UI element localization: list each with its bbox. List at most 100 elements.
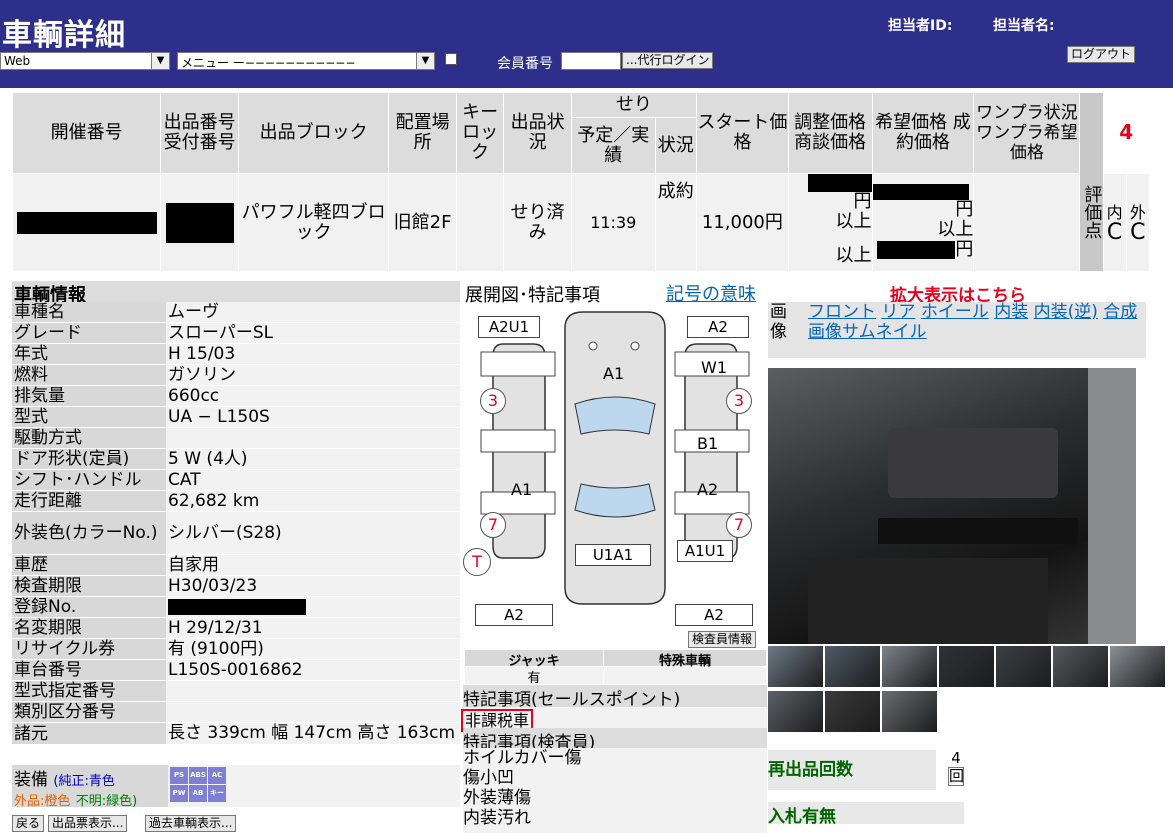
vehicle-info-value: 有 (9100円) (166, 638, 460, 660)
vehicle-info-row: 排気量 660cc (12, 385, 460, 407)
redacted-box (872, 184, 969, 200)
photo-thumbnail[interactable] (768, 691, 823, 732)
oneplan-header: ワンプラ状況 ワンプラ希望価格 (973, 92, 1081, 174)
inspector-note: 傷小凹 (463, 768, 514, 788)
legend-link[interactable]: 記号の意味 (666, 280, 756, 306)
relist-unit: 回 (948, 767, 965, 786)
hope-yen-2-row: 円 (873, 239, 974, 260)
member-no-label: 会員番号 (497, 56, 553, 72)
image-link-wheel[interactable]: ホイール (921, 302, 989, 322)
block-header: 出品ブロック (237, 92, 390, 174)
damage-circle: 7 (480, 512, 506, 538)
member-no-input[interactable] (561, 52, 621, 70)
vehicle-info-value: 660cc (166, 385, 460, 407)
menu-select[interactable]: メニュー ー−−−−−−−−−−− ▼ (177, 52, 435, 70)
hope-ijou: 以上 (937, 219, 974, 240)
proxy-login-button[interactable]: ...代行ログイン (622, 52, 714, 69)
photo-pillar-shape (1088, 368, 1136, 644)
damage-code: A1 (511, 480, 533, 499)
vehicle-info-value: H 29/12/31 (166, 617, 460, 639)
inspector-info-button[interactable]: 検査員情報 (688, 631, 757, 648)
equipment-badge: PW (170, 785, 188, 802)
hope-price-header: 希望価格 成約価格 (871, 92, 975, 174)
photo-thumbnail[interactable] (768, 646, 823, 687)
logout-button[interactable]: ログアウト (1067, 46, 1136, 63)
hope-yen-2: 円 (955, 239, 974, 260)
keylock-header: キーロック (455, 92, 505, 174)
zoom-link[interactable]: 拡大表示はこちら (770, 281, 1146, 306)
redacted-box (877, 241, 956, 259)
vehicle-info-row: 車台番号 L150S-0016862 (12, 659, 460, 681)
vehicle-info-row: 車種名 ムーヴ (12, 302, 460, 323)
photo-thumbnail[interactable] (825, 691, 880, 732)
vehicle-info-title: 車輌情報 (12, 281, 460, 306)
damage-tag: A2 (675, 604, 753, 626)
vehicle-info-row: 類別区分番号 (12, 701, 460, 723)
photo-thumbnail[interactable] (825, 646, 880, 687)
grade-value: 4 (1119, 120, 1134, 144)
vehicle-info-key: 駆動方式 (12, 427, 166, 449)
print-sheet-button[interactable]: 出品票表示... (48, 815, 128, 832)
vehicle-info-value: ガソリン (166, 364, 460, 386)
vehicle-info-key: シフト･ハンドル (12, 469, 166, 491)
image-link-interior[interactable]: 内装 (994, 302, 1028, 322)
relist-label: 再出品回数 (768, 750, 936, 790)
image-link-composite[interactable]: 合成 (1103, 302, 1137, 322)
image-link-rear[interactable]: リア (881, 302, 915, 322)
past-vehicles-button[interactable]: 過去車輌表示... (145, 815, 237, 832)
adjust-price-value: 円 以上 以上 (787, 173, 873, 272)
image-thumbnail-link[interactable]: 画像サムネイル (808, 322, 927, 342)
equipment-badge: PS (170, 767, 188, 784)
inside-grade-cell: 内 C (1102, 173, 1127, 272)
image-link-front[interactable]: フロント (808, 302, 876, 322)
equip-legend-genuine: (純正:青色 (53, 774, 115, 789)
inside-grade: C (1106, 219, 1123, 245)
photo-thumbnail[interactable] (882, 691, 937, 732)
equip-legend-unknown: 不明:緑色) (75, 794, 138, 809)
image-links-panel: 画像 フロント リア ホイール 内装 内装(逆) 合成 画像サムネイル (768, 302, 1146, 358)
menu-checkbox[interactable] (445, 53, 457, 65)
seri-result-value: 成約 (654, 173, 697, 272)
vehicle-info-key: 車台番号 (12, 659, 166, 681)
vehicle-info-key: 排気量 (12, 385, 166, 407)
adjust-ijou-1: 以上 (835, 211, 872, 232)
main-vehicle-photo[interactable] (768, 368, 1136, 644)
auction-table: 開催番号 出品番号 受付番号 出品ブロック 配置場所 キーロック 出品状況 せり… (11, 92, 1151, 272)
vehicle-info-row: 駆動方式 (12, 427, 460, 449)
start-price-value: 11,000円 (695, 173, 789, 272)
chevron-down-icon: ▼ (416, 53, 434, 69)
outside-grade: C (1130, 219, 1146, 245)
damage-tag: A1U1 (677, 540, 733, 562)
photo-thumbnail[interactable] (996, 646, 1051, 687)
grade-cell: 4 (1102, 92, 1151, 174)
vehicle-info-value: スローパーSL (166, 322, 460, 344)
vehicle-info-key: 諸元 (12, 722, 166, 745)
vehicle-info-row: 検査期限 H30/03/23 (12, 575, 460, 597)
inspector-note: 内装汚れ (463, 808, 531, 828)
photo-thumbnail[interactable] (1110, 646, 1165, 687)
damage-circle: 3 (726, 388, 752, 414)
menu-select-value: メニュー ー−−−−−−−−−−− (181, 56, 356, 70)
inspector-notes: ホイルカバー傷 傷小凹 外装薄傷 内装汚れ (463, 748, 767, 833)
image-link-interior-reverse[interactable]: 内装(逆) (1034, 302, 1098, 322)
photo-thumbnail[interactable] (939, 646, 994, 687)
photo-thumbnail[interactable] (882, 646, 937, 687)
vehicle-info-value: 62,682 km (166, 490, 460, 512)
seri-status-header: 状況 (654, 117, 697, 174)
vehicle-info-value: H 15/03 (166, 343, 460, 365)
relist-count-cell: 4 回 (948, 750, 964, 790)
damage-circle: 3 (480, 388, 506, 414)
back-button[interactable]: 戻る (12, 815, 45, 832)
page-title: 車輌詳細 (2, 18, 126, 53)
site-select[interactable]: Web ▼ (0, 52, 170, 70)
keylock-value (455, 173, 505, 272)
photo-thumbnail[interactable] (1053, 646, 1108, 687)
sales-points-area: 非課税車 (461, 707, 767, 732)
vehicle-info-row: グレード スローパーSL (12, 322, 460, 344)
thumbnail-strip (768, 646, 1165, 734)
damage-circle: 7 (726, 512, 752, 538)
vehicle-info-row: 走行距離 62,682 km (12, 490, 460, 512)
equipment-label-cell: 装備 (純正:青色 外品:橙色 不明:緑色) (12, 765, 168, 809)
status-value: せり済み (503, 173, 572, 272)
vehicle-info-value (166, 427, 460, 449)
